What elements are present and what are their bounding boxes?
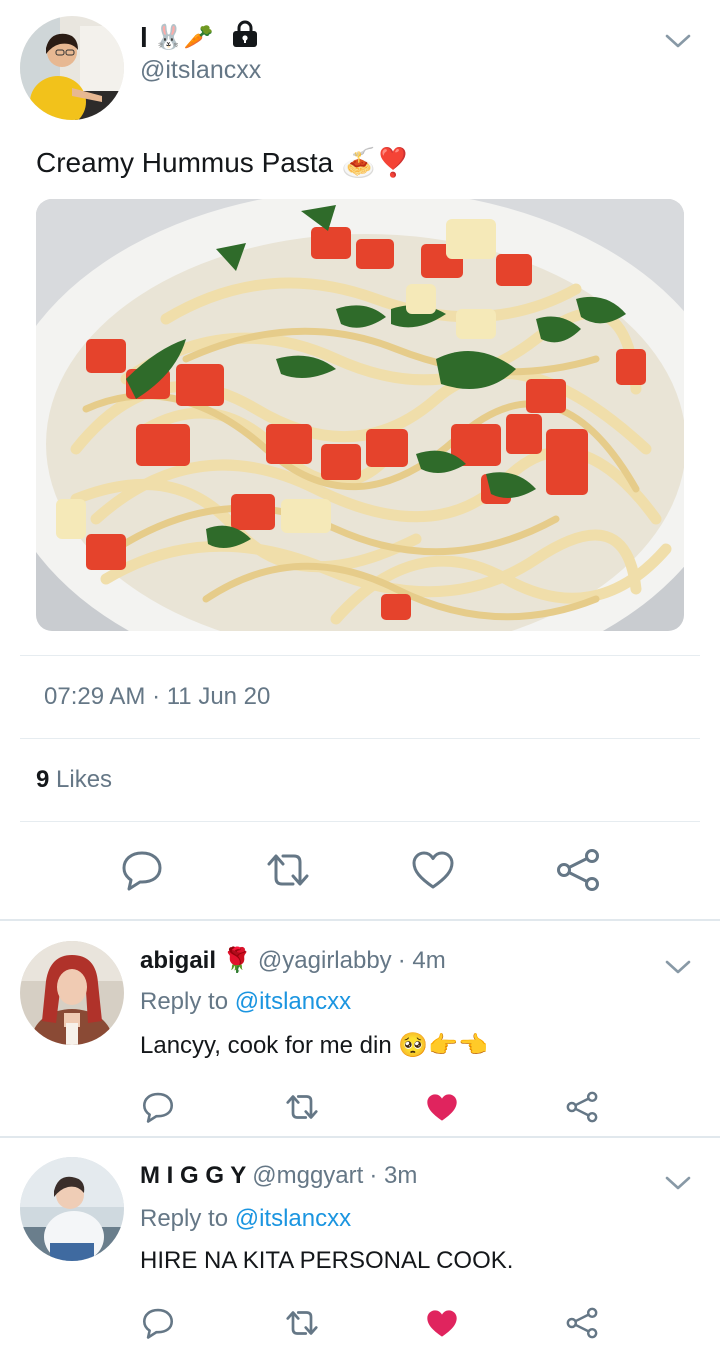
lock-icon <box>230 20 260 55</box>
reply-button[interactable] <box>118 848 166 892</box>
retweet-button[interactable] <box>282 1090 322 1124</box>
retweet-button[interactable] <box>262 848 314 892</box>
like-button[interactable] <box>424 1306 460 1340</box>
reply-author[interactable]: M I G G Y @mggyart · 3m <box>140 1162 417 1190</box>
like-icon <box>412 851 454 889</box>
author-name-text: l <box>140 21 148 53</box>
chevron-down-icon[interactable] <box>664 32 692 50</box>
reply-to-link[interactable]: @itslancxx <box>235 988 351 1015</box>
reply-to-link[interactable]: @itslancxx <box>235 1205 351 1232</box>
retweet-icon <box>286 1311 318 1335</box>
reply-to-label: Reply to <box>140 988 229 1015</box>
share-icon <box>566 1091 598 1123</box>
reply-avatar[interactable] <box>20 1157 124 1261</box>
tweet-text: Creamy Hummus Pasta 🍝❣️ <box>36 147 411 178</box>
divider <box>20 655 700 656</box>
tweet-photo[interactable] <box>36 199 684 631</box>
reply-age: · 3m <box>369 1162 418 1189</box>
reply-icon <box>142 1092 174 1123</box>
author-name-emoji: 🐰🥕 <box>153 24 214 51</box>
author-name[interactable]: l 🐰🥕 <box>140 20 260 55</box>
reply-button[interactable] <box>140 1090 176 1124</box>
likes-count[interactable]: 9 Likes <box>36 766 112 794</box>
divider <box>20 738 700 739</box>
share-button[interactable] <box>554 848 602 892</box>
chevron-down-icon[interactable] <box>664 1174 692 1192</box>
author-handle[interactable]: @itslancxx <box>140 56 261 85</box>
reply-handle: @mggyart <box>252 1162 364 1189</box>
like-icon <box>427 1093 457 1121</box>
reply-icon <box>142 1308 174 1339</box>
divider <box>20 821 700 822</box>
share-icon <box>557 849 599 891</box>
likes-number: 9 <box>36 766 50 793</box>
share-button[interactable] <box>564 1090 600 1124</box>
reply-name: M I G G Y <box>140 1162 247 1189</box>
reply-text: HIRE NA KITA PERSONAL COOK. <box>140 1247 514 1274</box>
reply-to-label: Reply to <box>140 1205 229 1232</box>
like-button[interactable] <box>410 848 456 892</box>
share-button[interactable] <box>564 1306 600 1340</box>
tweet-timestamp: 07:29 AM · 11 Jun 20 <box>44 683 271 710</box>
retweet-icon <box>286 1095 318 1119</box>
reply-avatar[interactable] <box>20 941 124 1045</box>
chevron-down-icon[interactable] <box>664 958 692 976</box>
reply-handle: @yagirlabby <box>257 946 392 974</box>
reply-button[interactable] <box>140 1306 176 1340</box>
retweet-icon <box>267 854 309 886</box>
reply-icon <box>122 851 162 891</box>
like-button[interactable] <box>424 1090 460 1124</box>
like-icon <box>427 1309 457 1337</box>
reply-to: Reply to @itslancxx <box>140 1205 351 1233</box>
retweet-button[interactable] <box>282 1306 322 1340</box>
reply-name-emoji: 🌹 <box>222 947 252 974</box>
likes-label: Likes <box>56 766 113 793</box>
reply-age: · 4m <box>397 946 446 974</box>
reply-text: Lancyy, cook for me din 🥺👉👈 <box>140 1032 488 1059</box>
share-icon <box>566 1307 598 1339</box>
reply-name: abigail <box>140 946 217 974</box>
author-avatar[interactable] <box>20 16 124 120</box>
reply-author[interactable]: abigail 🌹 @yagirlabby · 4m <box>140 946 446 975</box>
section-divider <box>0 919 720 921</box>
reply-to: Reply to @itslancxx <box>140 988 351 1016</box>
section-divider <box>0 1136 720 1138</box>
